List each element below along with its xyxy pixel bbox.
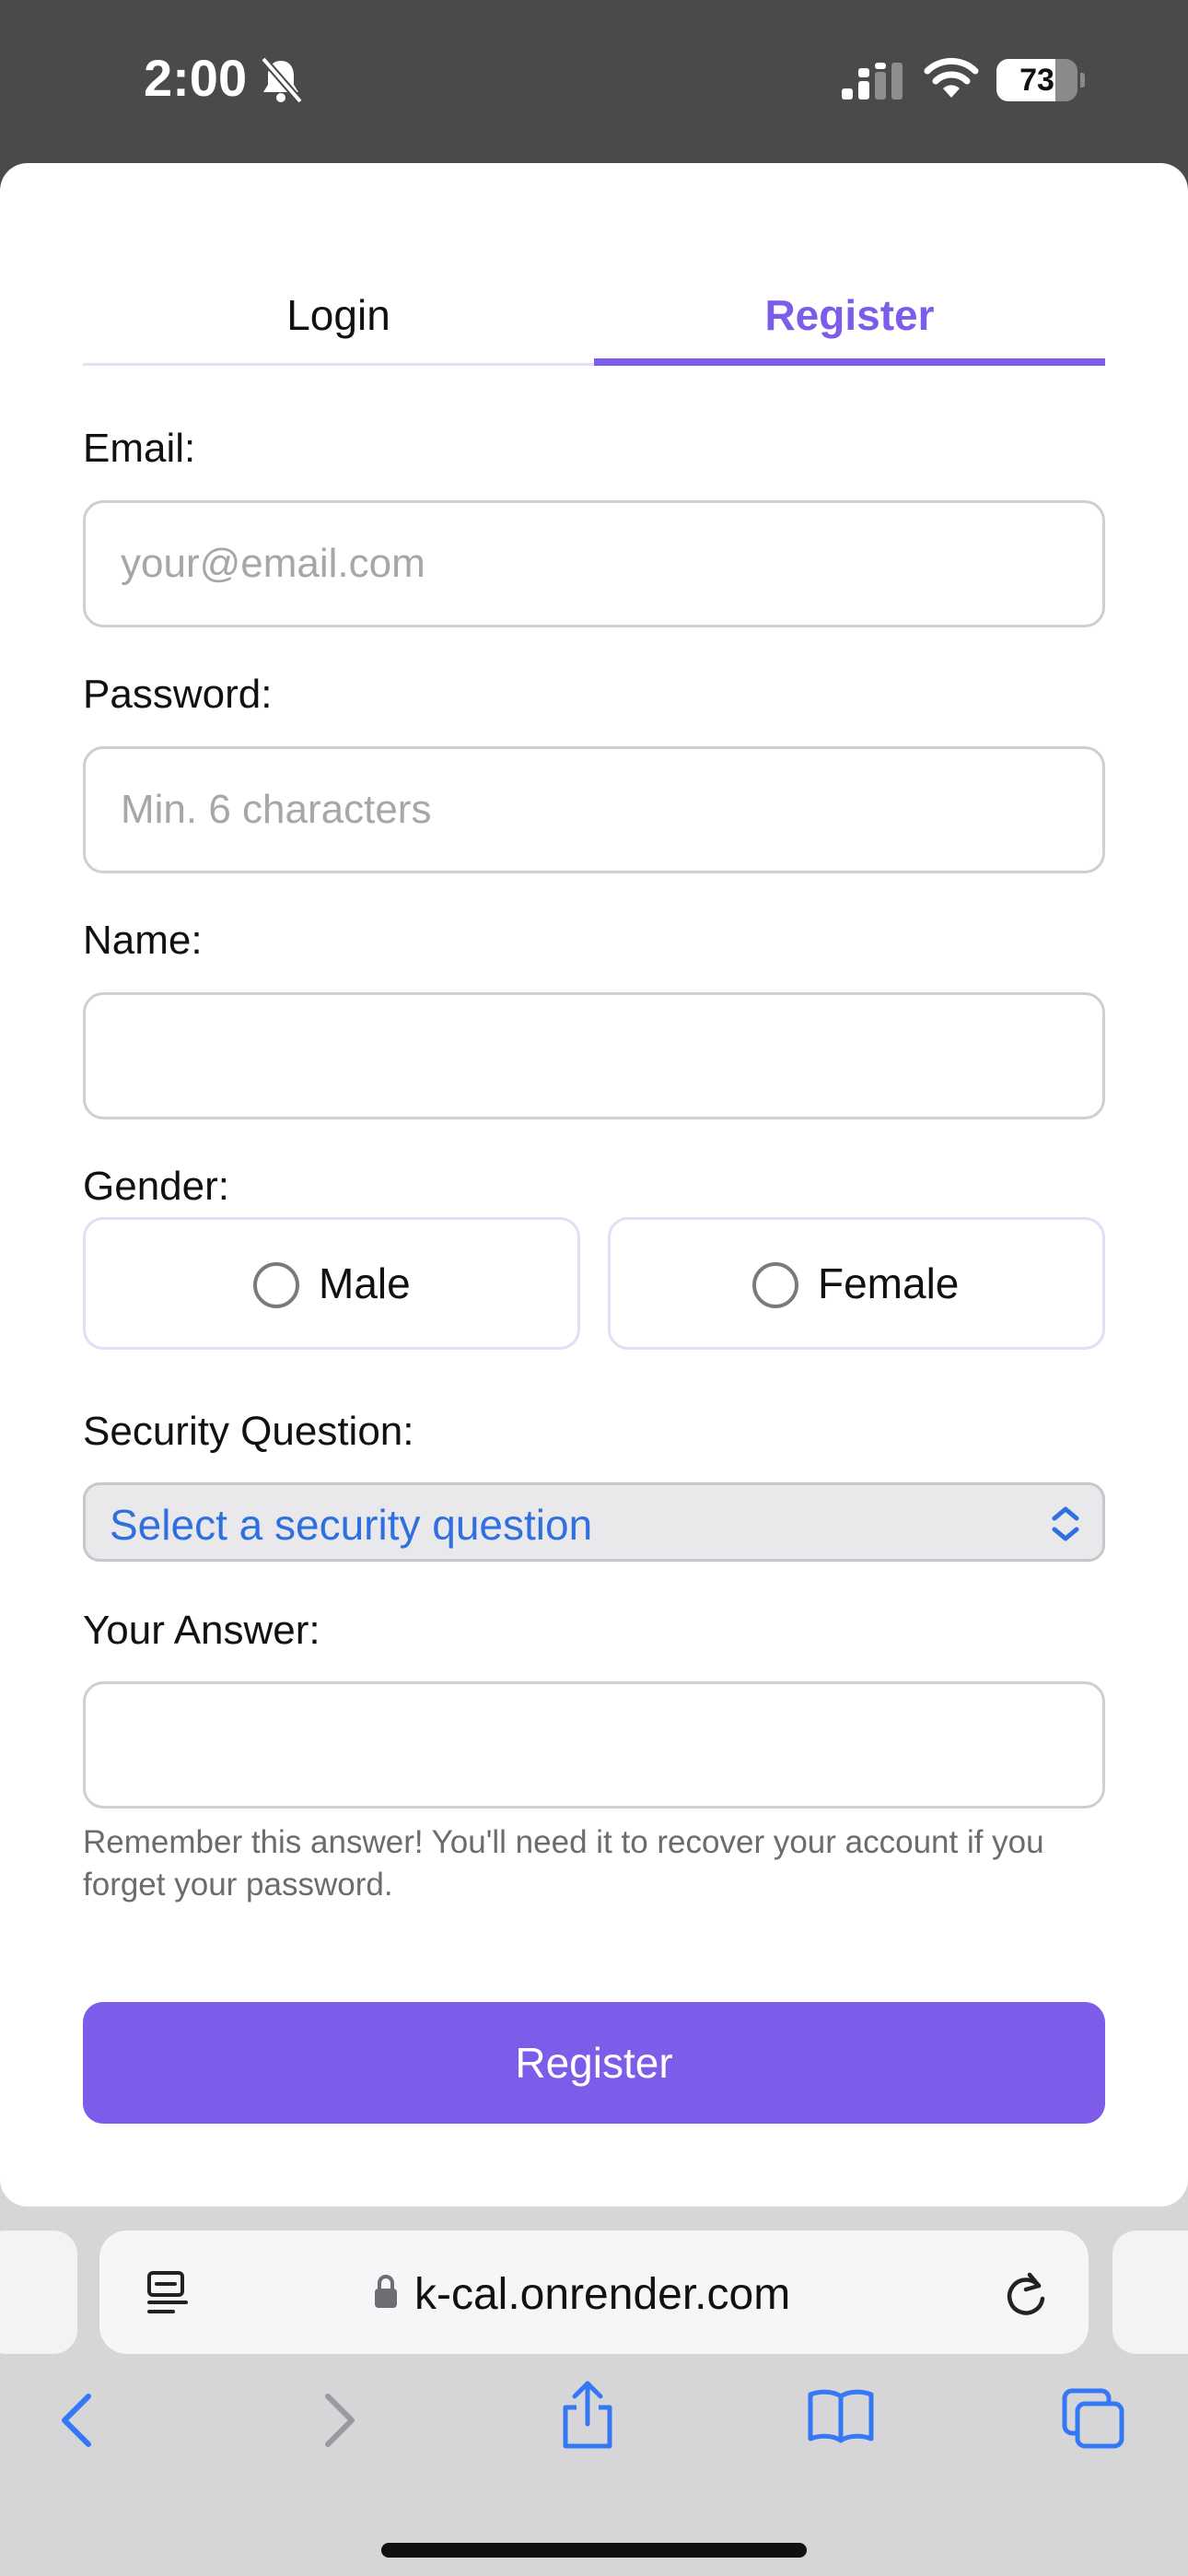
name-label: Name:: [83, 918, 203, 963]
forward-icon[interactable]: [319, 2391, 359, 2450]
male-label: Male: [319, 1259, 411, 1307]
register-button[interactable]: Register: [83, 2002, 1105, 2124]
lock-icon: [375, 2275, 397, 2308]
name-field[interactable]: [83, 992, 1105, 1119]
security-question-select[interactable]: Select a security question: [83, 1482, 1105, 1562]
bell-slash-icon: [260, 56, 304, 104]
status-time: 2:00: [144, 49, 248, 107]
cellular-signal-icon: [842, 63, 903, 100]
email-field[interactable]: [83, 500, 1105, 627]
answer-label: Your Answer:: [83, 1608, 320, 1653]
battery-level: 73: [1019, 63, 1054, 98]
share-icon[interactable]: [558, 2380, 617, 2450]
reload-icon[interactable]: [1002, 2267, 1050, 2319]
screen: 2:00 73 Login Register Email: your@email…: [0, 0, 1188, 2576]
gender-option-male[interactable]: Male: [83, 1217, 580, 1350]
back-icon[interactable]: [57, 2391, 98, 2450]
previous-tab-preview[interactable]: [0, 2231, 77, 2354]
gender-option-female[interactable]: Female: [608, 1217, 1105, 1350]
female-radio[interactable]: [752, 1262, 798, 1308]
password-field[interactable]: [83, 746, 1105, 873]
answer-field[interactable]: [83, 1681, 1105, 1809]
security-question-value: Select a security question: [110, 1501, 593, 1549]
tab-login[interactable]: Login: [83, 274, 594, 366]
battery-icon: 73: [996, 59, 1085, 101]
password-label: Password:: [83, 672, 273, 717]
browser-toolbar: [0, 2354, 1188, 2576]
gender-label: Gender:: [83, 1164, 229, 1209]
url-text: k-cal.onrender.com: [414, 2270, 791, 2319]
next-tab-preview[interactable]: [1112, 2231, 1188, 2354]
tab-register[interactable]: Register: [594, 274, 1105, 366]
wifi-icon: [924, 57, 979, 98]
security-question-label: Security Question:: [83, 1409, 414, 1454]
male-radio[interactable]: [253, 1262, 299, 1308]
answer-hint: Remember this answer! You'll need it to …: [83, 1824, 1044, 1903]
auth-tabs: Login Register: [83, 274, 1105, 366]
auth-card: Login Register Email: Password: Name: Ge…: [0, 163, 1188, 2207]
bookmarks-icon[interactable]: [807, 2387, 875, 2444]
email-label: Email:: [83, 426, 196, 471]
female-label: Female: [818, 1259, 960, 1307]
tabs-icon[interactable]: [1061, 2387, 1125, 2450]
home-indicator: [381, 2543, 807, 2558]
address-bar[interactable]: k-cal.onrender.com: [99, 2231, 1089, 2354]
reader-icon[interactable]: [146, 2269, 190, 2317]
browser-url-area: k-cal.onrender.com: [0, 2207, 1188, 2354]
chevron-up-down-icon: [1052, 1506, 1079, 1541]
